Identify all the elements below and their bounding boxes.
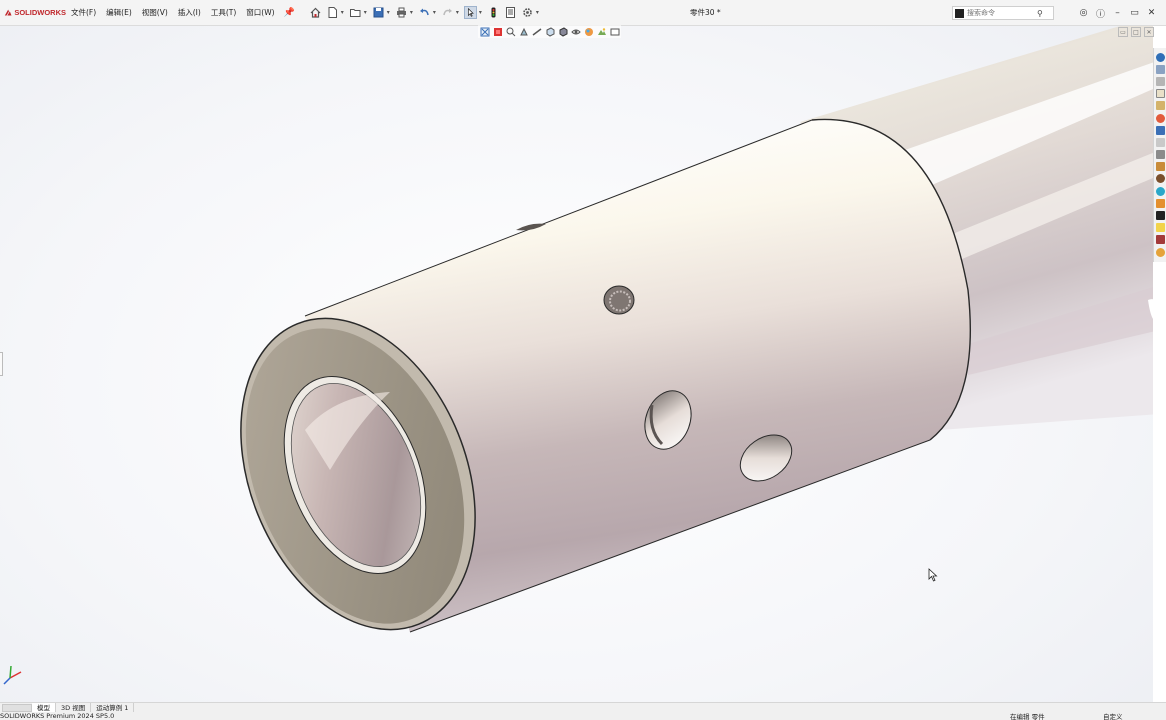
menu-bar: 文件(F) 编辑(E) 视图(V) 插入(I) 工具(T) 窗口(W) 📌	[66, 0, 299, 26]
solidworks-resources-icon[interactable]	[1155, 52, 1165, 62]
minimize-icon[interactable]: –	[1109, 5, 1126, 21]
heads-up-view-toolbar	[478, 25, 621, 38]
close-icon[interactable]: ✕	[1143, 5, 1160, 21]
display-style-icon[interactable]	[558, 26, 568, 37]
render-icon[interactable]	[1155, 247, 1165, 257]
save-icon[interactable]	[372, 6, 385, 19]
rebuild-traffic-light-icon[interactable]	[487, 6, 500, 19]
apply-scene-icon[interactable]	[597, 27, 607, 37]
status-bar: SOLIDWORKS Premium 2024 SP5.0 在编辑 零件 自定义	[0, 712, 1166, 720]
reference-triad-icon	[3, 665, 22, 685]
menu-edit[interactable]: 编辑(E)	[101, 7, 137, 18]
quick-access-toolbar: ▾ ▾ ▾ ▾ ▾ ▾ ▾ ▾	[307, 0, 542, 26]
hide-show-items-icon[interactable]	[570, 27, 581, 37]
restore-viewport-icon[interactable]: ▭	[1118, 27, 1128, 37]
help-icon[interactable]: ⓘ	[1092, 5, 1109, 21]
product-version: SOLIDWORKS Premium 2024 SP5.0	[0, 712, 115, 720]
document-title: 零件30 *	[690, 8, 721, 17]
section-view-icon[interactable]	[519, 27, 529, 37]
solidworks-logo[interactable]: SOLIDWORKS	[0, 0, 66, 26]
markup-icon[interactable]	[1155, 162, 1165, 172]
custom-properties-icon[interactable]	[1155, 113, 1165, 123]
chevron-down-icon[interactable]: ▾	[341, 9, 344, 16]
forum-icon[interactable]	[1155, 150, 1165, 160]
cloud-icon[interactable]	[1155, 174, 1165, 184]
title-bar: SOLIDWORKS 文件(F) 编辑(E) 视图(V) 插入(I) 工具(T)…	[0, 0, 1166, 26]
task-pane	[1153, 48, 1166, 262]
print-icon[interactable]	[395, 6, 408, 19]
3dexperience-icon[interactable]	[1155, 137, 1165, 147]
undo-icon[interactable]	[418, 6, 431, 19]
menu-view[interactable]: 视图(V)	[137, 7, 173, 18]
menu-window[interactable]: 窗口(W)	[241, 7, 279, 18]
menu-tools[interactable]: 工具(T)	[206, 7, 241, 18]
pushpin-icon[interactable]: 📌	[280, 8, 299, 18]
tab-3d-views[interactable]: 3D 视图	[56, 702, 92, 713]
view-palette-icon[interactable]	[1155, 89, 1165, 99]
menu-insert[interactable]: 插入(I)	[173, 7, 206, 18]
previous-view-icon[interactable]	[506, 27, 516, 37]
toolbox-icon[interactable]	[1155, 125, 1165, 135]
new-document-icon[interactable]	[326, 6, 339, 19]
logo-text: SOLIDWORKS	[14, 8, 66, 17]
file-explorer-icon[interactable]	[1155, 76, 1165, 86]
file-properties-icon[interactable]	[504, 6, 517, 19]
chevron-down-icon[interactable]: ▾	[456, 9, 459, 16]
appearances-icon[interactable]	[1155, 101, 1165, 111]
command-prompt-icon	[955, 8, 964, 18]
close-viewport-icon[interactable]: ✕	[1144, 27, 1154, 37]
chevron-down-icon[interactable]: ▾	[536, 9, 539, 16]
chevron-down-icon[interactable]: ▾	[479, 9, 482, 16]
view-orientation-icon[interactable]	[545, 26, 555, 37]
design-library-icon[interactable]	[1155, 64, 1165, 74]
viewport-controls: ▭ □ ✕	[1115, 27, 1154, 37]
chevron-down-icon[interactable]: ▾	[387, 9, 390, 16]
ds-logo-icon	[4, 9, 12, 15]
select-arrow-icon[interactable]	[463, 6, 477, 19]
maximize-viewport-icon[interactable]: □	[1131, 27, 1141, 37]
document-tabs: 模型 3D 视图 运动算例 1	[0, 702, 1166, 713]
scene-icon[interactable]	[1155, 198, 1165, 208]
search-icon[interactable]: ⚲	[1037, 9, 1043, 18]
command-search[interactable]: ⚲	[952, 6, 1054, 20]
part-model[interactable]	[0, 26, 1153, 702]
chevron-down-icon[interactable]: ▾	[433, 9, 436, 16]
home-icon[interactable]	[309, 6, 322, 19]
photoview-icon[interactable]	[1155, 186, 1165, 196]
camera-icon[interactable]	[1155, 235, 1165, 245]
view-settings-icon[interactable]	[610, 27, 620, 37]
menu-file[interactable]: 文件(F)	[66, 7, 101, 18]
search-input[interactable]	[967, 9, 1037, 17]
user-account-icon[interactable]: ◎	[1075, 5, 1092, 21]
graphics-area[interactable]	[0, 26, 1153, 702]
unit-system[interactable]: 自定义	[1103, 711, 1123, 720]
chevron-down-icon[interactable]: ▾	[410, 9, 413, 16]
restore-icon[interactable]: ▭	[1126, 5, 1143, 21]
options-gear-icon[interactable]	[521, 6, 534, 19]
lights-icon[interactable]	[1155, 223, 1165, 233]
chevron-down-icon[interactable]: ▾	[364, 9, 367, 16]
mouse-cursor-icon	[928, 568, 938, 582]
tab-motion-study[interactable]: 运动算例 1	[91, 702, 135, 713]
edit-appearance-icon[interactable]	[584, 27, 594, 37]
tab-scroll-controls[interactable]	[2, 703, 32, 712]
decal-icon[interactable]	[1155, 211, 1165, 221]
open-folder-icon[interactable]	[349, 6, 362, 19]
feature-manager-flyout[interactable]	[0, 352, 3, 376]
zoom-to-fit-icon[interactable]	[480, 27, 490, 37]
redo-icon[interactable]	[441, 6, 454, 19]
zoom-to-area-icon[interactable]	[493, 27, 503, 37]
tab-model[interactable]: 模型	[32, 702, 56, 713]
window-controls: ◎ ⓘ – ▭ ✕	[1075, 5, 1160, 21]
dynamic-annotation-icon[interactable]	[532, 27, 542, 37]
editing-status: 在编辑 零件	[1010, 713, 1045, 720]
